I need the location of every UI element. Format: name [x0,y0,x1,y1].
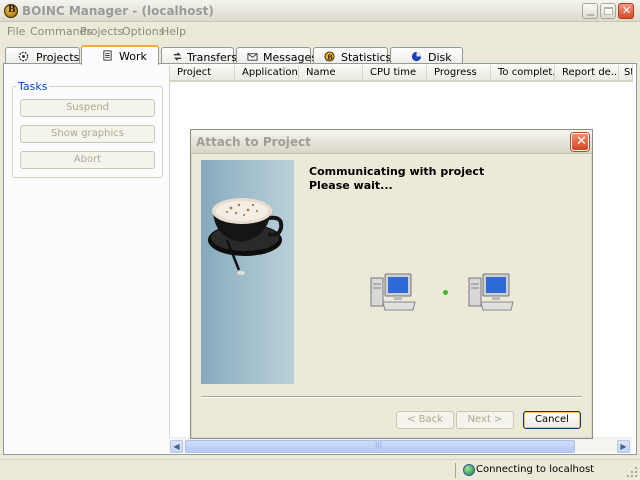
column-header-status[interactable]: St [619,65,633,82]
dialog-message-line2: Please wait... [309,179,393,192]
menu-help[interactable]: Help [161,25,186,38]
suspend-button[interactable]: Suspend [20,99,155,117]
dialog-message-line1: Communicating with project [309,165,485,178]
column-header-report-deadline[interactable]: Report de... [555,65,619,82]
local-computer-icon [370,273,416,311]
column-header-cpu-time[interactable]: CPU time [363,65,427,82]
dialog-close-button[interactable]: ✕ [571,133,589,151]
scroll-right-icon[interactable]: ▶ [617,440,630,453]
document-icon [103,50,112,61]
tab-bar: Projects Work Transfers Messages B Stati… [0,45,640,65]
menu-file[interactable]: File [7,25,25,38]
main-window: B BOINC Manager - (localhost) ✕ File Com… [0,0,640,480]
close-icon: ✕ [622,4,632,17]
tasks-group-label: Tasks [16,80,50,93]
dialog-title: Attach to Project [196,135,311,149]
transfer-icon [173,52,182,61]
scroll-grip-icon: ||| [375,441,383,449]
network-icon [463,464,475,476]
scroll-left-icon[interactable]: ◀ [170,440,183,453]
title-bar[interactable]: B BOINC Manager - (localhost) ✕ [0,0,640,22]
column-header-project[interactable]: Project [170,65,235,82]
abort-button[interactable]: Abort [20,151,155,169]
menu-projects[interactable]: Projects [80,25,123,38]
gear-icon [18,51,29,62]
column-header-name[interactable]: Name [299,65,363,82]
pie-chart-icon [411,51,422,62]
tab-label: Work [119,50,147,63]
tab-work[interactable]: Work [81,45,159,65]
column-header-to-completion[interactable]: To complet... [491,65,555,82]
cancel-button[interactable]: Cancel [523,411,581,429]
boinc-app-icon: B [4,4,18,18]
horizontal-scrollbar[interactable]: ◀ ||| ▶ [169,437,632,453]
back-button[interactable]: < Back [396,411,454,429]
close-button[interactable]: ✕ [618,3,634,19]
status-divider [455,463,456,478]
boinc-icon: B [324,51,335,62]
show-graphics-button[interactable]: Show graphics [20,125,155,143]
minimize-icon [587,14,594,16]
coffee-cup-image [201,160,294,384]
coffee-cup-icon [208,198,284,275]
dialog-title-bar[interactable]: Attach to Project ✕ [191,130,592,154]
maximize-icon [604,7,613,15]
window-title: BOINC Manager - (localhost) [22,4,214,18]
column-header-application[interactable]: Application [235,65,299,82]
close-icon: ✕ [576,134,587,149]
column-header-progress[interactable]: Progress [427,65,491,82]
status-bar: Connecting to localhost [0,459,640,480]
menu-bar: File Commands Projects Options Help [0,22,640,40]
resize-grip-icon[interactable] [626,466,638,478]
svg-text:B: B [327,53,333,61]
next-button[interactable]: Next > [456,411,514,429]
minimize-button[interactable] [582,3,598,19]
maximize-button[interactable] [600,3,616,19]
activity-indicator [443,290,448,295]
dialog-separator [201,396,582,398]
status-text: Connecting to localhost [476,464,595,475]
attach-project-dialog: Attach to Project ✕ Communicating with p… [190,129,593,439]
menu-options[interactable]: Options [122,25,164,38]
remote-computer-icon [468,273,514,311]
envelope-icon [247,53,258,61]
